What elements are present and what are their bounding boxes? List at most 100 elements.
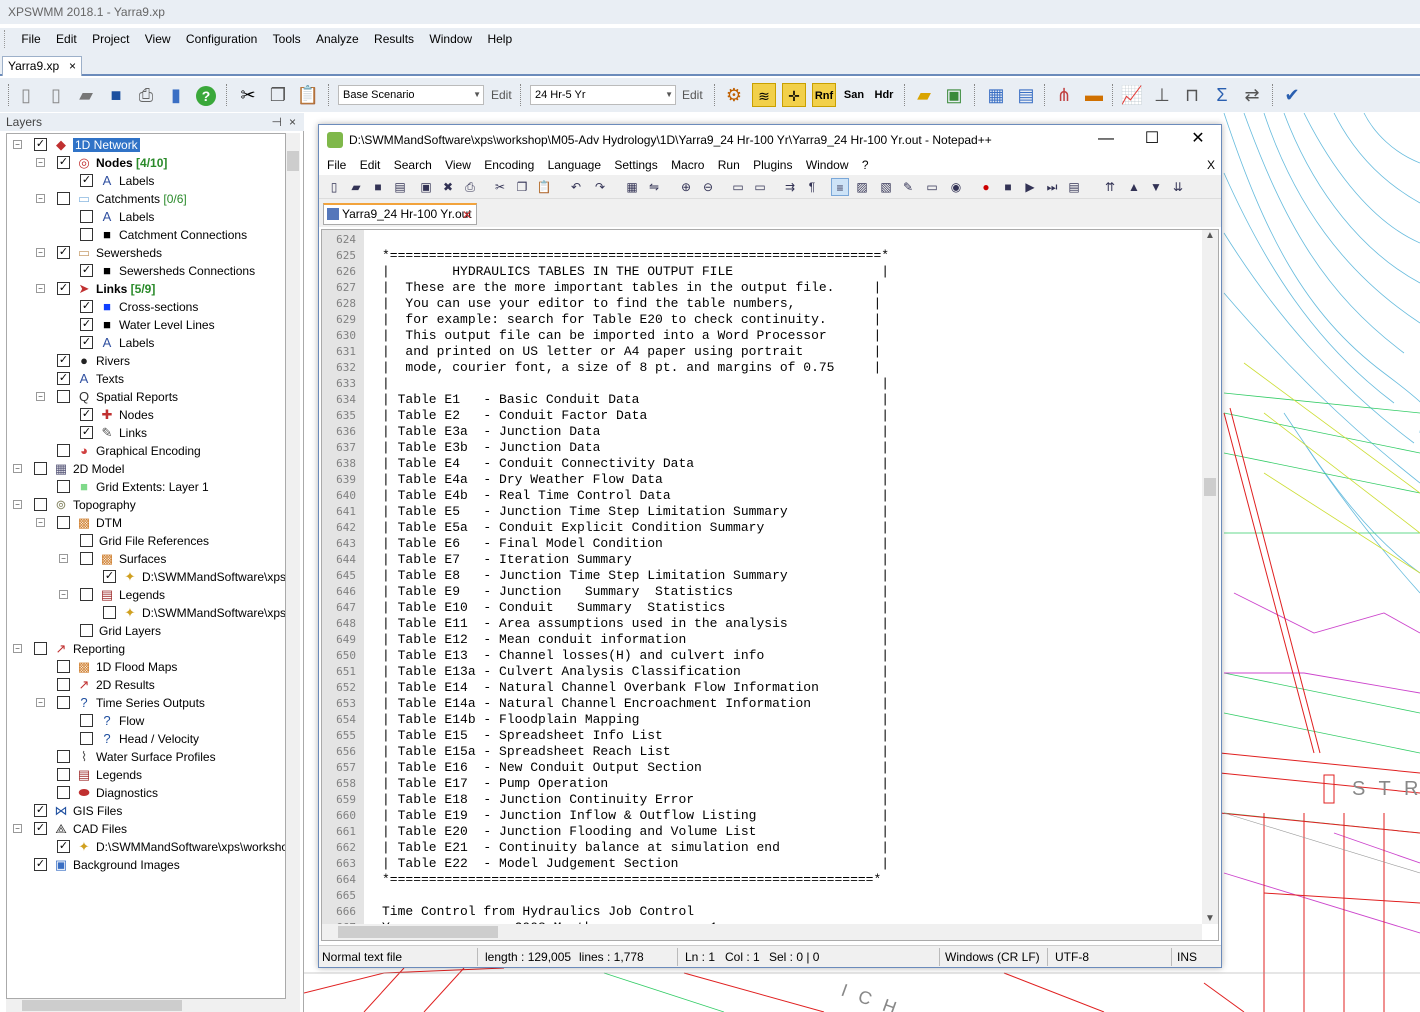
layer-row[interactable]: − ▤ Legends [7, 586, 285, 604]
new-file-icon[interactable]: ▯ [325, 178, 343, 196]
copy-icon[interactable]: ❐ [266, 83, 290, 107]
collapse-icon[interactable]: − [13, 644, 22, 653]
print-icon[interactable]: ⎙ [134, 83, 158, 107]
layer-row[interactable]: ✓ A Labels [7, 172, 285, 190]
settings-gear-icon[interactable]: ⚙ [722, 83, 746, 107]
wrap-icon[interactable]: ⇉ [781, 178, 799, 196]
npp-menu-help[interactable]: ? [857, 155, 874, 175]
layer-checkbox[interactable]: ✓ [80, 336, 93, 349]
menu-window[interactable]: Window [423, 28, 478, 50]
layer-row[interactable]: ◕ Graphical Encoding [7, 442, 285, 460]
storm-edit-button[interactable]: Edit [682, 85, 703, 105]
layer-row[interactable]: − ✓ ⟁ CAD Files [7, 820, 285, 838]
layer-checkbox[interactable]: ✓ [80, 408, 93, 421]
sync-v-icon[interactable]: ▭ [729, 178, 747, 196]
close-document-icon[interactable]: X [1207, 155, 1215, 175]
show-all-chars-icon[interactable]: ¶ [803, 178, 821, 196]
layer-checkbox[interactable] [57, 516, 70, 529]
edit-icon[interactable]: ✎ [899, 178, 917, 196]
maximize-button[interactable]: ☐ [1129, 125, 1175, 155]
menu-results[interactable]: Results [368, 28, 420, 50]
layer-checkbox[interactable] [34, 498, 47, 511]
folder-icon[interactable]: ▭ [923, 178, 941, 196]
chart-icon[interactable]: 📈 [1120, 83, 1144, 107]
open-file-icon[interactable]: ▰ [347, 178, 365, 196]
sigma-icon[interactable]: Σ [1210, 83, 1234, 107]
layer-checkbox[interactable]: ✓ [57, 246, 70, 259]
layer-checkbox[interactable] [57, 390, 70, 403]
layer-row[interactable]: Grid File References [7, 532, 285, 550]
cut-icon[interactable]: ✂ [236, 83, 260, 107]
rnf-mode-button[interactable]: Rnf [812, 83, 836, 107]
redo-icon[interactable]: ↷ [591, 178, 609, 196]
layer-row[interactable]: ✓ ✚ Nodes [7, 406, 285, 424]
zoom-out-icon[interactable]: ⊖ [699, 178, 717, 196]
npp-menu-plugins[interactable]: Plugins [748, 155, 797, 175]
picture-icon[interactable]: ▣ [942, 83, 966, 107]
open-folder-icon[interactable]: ▰ [74, 83, 98, 107]
layer-row[interactable]: ✓ ✎ Links [7, 424, 285, 442]
layer-checkbox[interactable] [57, 768, 70, 781]
layer-checkbox[interactable] [80, 210, 93, 223]
layer-row[interactable]: − ✓ ➤ Links [5/9] [7, 280, 285, 298]
layer-row[interactable]: ? Head / Velocity [7, 730, 285, 748]
layer-checkbox[interactable] [34, 462, 47, 475]
paste-icon[interactable]: 📋 [296, 83, 320, 107]
stop-macro-icon[interactable]: ■ [999, 178, 1017, 196]
layer-row[interactable]: ■ Catchment Connections [7, 226, 285, 244]
check-icon[interactable]: ✔ [1280, 83, 1304, 107]
section-icon[interactable]: ⊓ [1180, 83, 1204, 107]
help-icon[interactable]: ? [194, 83, 218, 107]
layer-checkbox[interactable] [80, 624, 93, 637]
text-editor[interactable]: 624 625 626 627 628 629 630 631 632 633 634 635 636 6… [321, 229, 1219, 941]
layer-row[interactable]: ▤ Legends [7, 766, 285, 784]
layer-checkbox[interactable]: ✓ [80, 264, 93, 277]
collapse-icon[interactable]: − [13, 500, 22, 509]
tab-close-icon[interactable]: ✕ [462, 206, 472, 224]
layer-checkbox[interactable]: ✓ [57, 372, 70, 385]
scenario-edit-button[interactable]: Edit [491, 85, 512, 105]
npp-menu-file[interactable]: File [322, 155, 351, 175]
close-all-icon[interactable]: ✖ [439, 178, 457, 196]
menu-analyze[interactable]: Analyze [310, 28, 365, 50]
minimize-button[interactable]: — [1083, 125, 1129, 155]
layer-checkbox[interactable] [80, 228, 93, 241]
layer-row[interactable]: ✓ ■ Sewersheds Connections [7, 262, 285, 280]
copy-icon[interactable]: ❐ [513, 178, 531, 196]
new-template-icon[interactable]: ▯ [44, 83, 68, 107]
doc-tab-yarra9[interactable]: Yarra9.xp × [2, 56, 82, 76]
layer-row[interactable]: ✓ A Labels [7, 334, 285, 352]
profile-icon[interactable]: ⊥ [1150, 83, 1174, 107]
layer-checkbox[interactable]: ✓ [34, 138, 47, 151]
print-icon[interactable]: ⎙ [461, 178, 479, 196]
npp-menu-edit[interactable]: Edit [355, 155, 386, 175]
unfold-all-icon[interactable]: ⇊ [1169, 178, 1187, 196]
report-icon[interactable]: ▤ [1014, 83, 1038, 107]
layer-checkbox[interactable] [57, 660, 70, 673]
undo-icon[interactable]: ↶ [567, 178, 585, 196]
collapse-icon[interactable]: − [36, 284, 45, 293]
npp-menu-view[interactable]: View [440, 155, 476, 175]
layer-row[interactable]: ⬬ Diagnostics [7, 784, 285, 802]
menu-project[interactable]: Project [86, 28, 135, 50]
collapse-icon[interactable]: − [36, 194, 45, 203]
monitor-icon[interactable]: ◉ [947, 178, 965, 196]
layer-checkbox[interactable]: ✓ [80, 174, 93, 187]
record-macro-icon[interactable]: ● [977, 178, 995, 196]
layer-checkbox[interactable]: ✓ [34, 858, 47, 871]
layer-checkbox[interactable]: ✓ [103, 570, 116, 583]
layer-row[interactable]: ✓ ✦ D:\SWMMandSoftware\xps\w [7, 568, 285, 586]
scroll-up-icon[interactable]: ▲ [1202, 230, 1218, 241]
layer-checkbox[interactable] [80, 714, 93, 727]
sync-h-icon[interactable]: ▭ [751, 178, 769, 196]
import-icon[interactable]: ▰ [912, 83, 936, 107]
layer-checkbox[interactable]: ✓ [80, 426, 93, 439]
layer-row[interactable]: ⌇ Water Surface Profiles [7, 748, 285, 766]
editor-vertical-scrollbar[interactable]: ▲ ▼ [1202, 230, 1218, 924]
layer-checkbox[interactable] [57, 480, 70, 493]
layer-checkbox[interactable] [57, 786, 70, 799]
collapse-icon[interactable]: − [13, 464, 22, 473]
collapse-icon[interactable]: − [13, 824, 22, 833]
npp-menu-language[interactable]: Language [543, 155, 606, 175]
npp-menu-search[interactable]: Search [389, 155, 437, 175]
